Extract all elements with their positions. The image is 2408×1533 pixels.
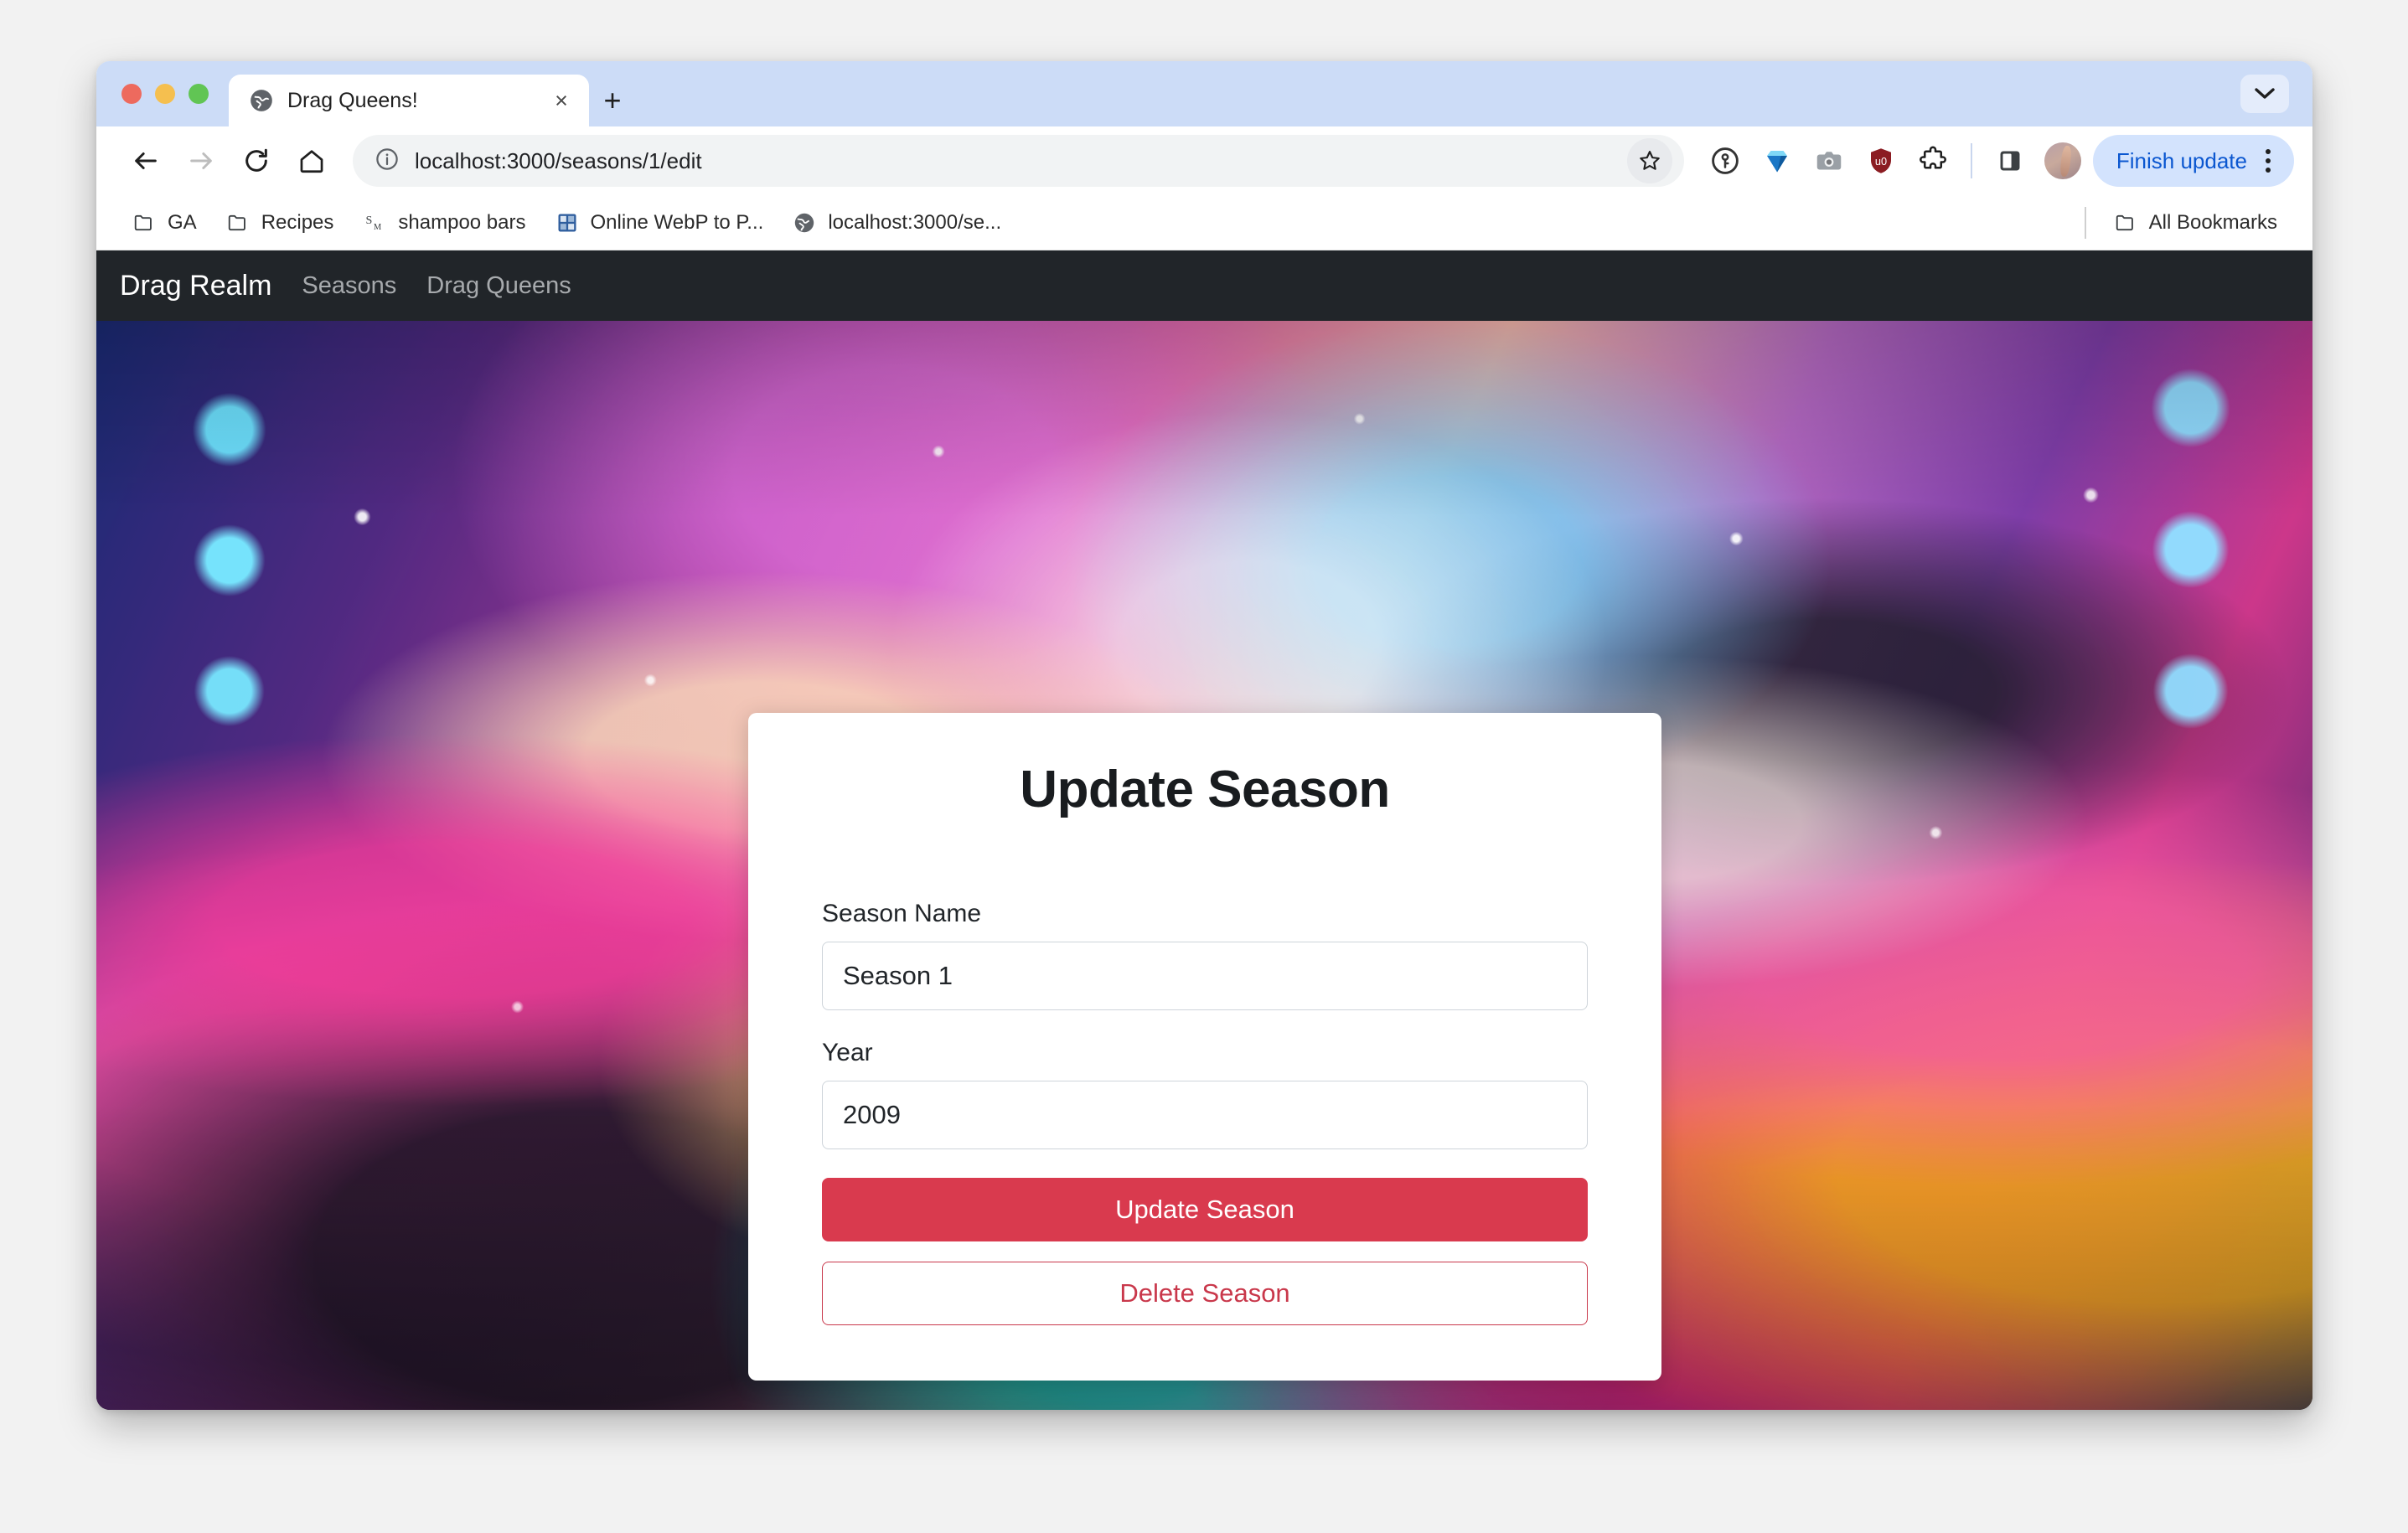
close-window-button[interactable] [121,84,142,104]
1password-icon[interactable] [1701,137,1749,185]
camera-icon[interactable] [1805,137,1853,185]
app-icon [555,210,580,235]
nav-link-seasons[interactable]: Seasons [302,272,396,300]
year-label: Year [822,1039,873,1066]
delete-season-button[interactable]: Delete Season [822,1262,1588,1325]
gem-icon[interactable] [1753,137,1801,185]
three-dot-menu-icon[interactable] [2256,142,2281,180]
home-icon[interactable] [286,135,338,187]
page-viewport: Drag Realm Seasons Drag Queens Update Se… [96,250,2312,1410]
bookmarks-bar: GA Recipes SM shampoo bars Online WebP t… [96,195,2312,250]
all-bookmarks-label: All Bookmarks [2148,210,2277,234]
minimize-window-button[interactable] [155,84,175,104]
folder-icon [132,210,157,235]
back-arrow-icon[interactable] [120,135,172,187]
chevron-down-icon[interactable] [2240,75,2289,113]
bookmark-label: Recipes [261,210,334,234]
bookmarks-divider [2084,206,2086,239]
update-season-button[interactable]: Update Season [822,1178,1588,1241]
bookmark-ga[interactable]: GA [120,205,209,240]
globe-icon [792,210,817,235]
nav-link-drag-queens[interactable]: Drag Queens [426,272,571,300]
puzzle-piece-icon[interactable] [1909,137,1957,185]
bookmark-shampoo-bars[interactable]: SM shampoo bars [350,205,537,240]
bookmark-label: shampoo bars [398,210,526,234]
bookmark-recipes[interactable]: Recipes [214,205,346,240]
finish-update-label: Finish update [2116,147,2247,173]
browser-toolbar: localhost:3000/seasons/1/edit u0 Finish … [96,126,2312,195]
close-tab-button[interactable]: × [549,88,574,113]
brand-logo[interactable]: Drag Realm [120,270,271,302]
toolbar-divider [1970,143,1972,178]
page-icon: SM [362,210,387,235]
window-controls [96,61,209,126]
browser-tab[interactable]: Drag Queens! × [229,75,589,126]
svg-text:S: S [366,214,373,227]
new-tab-button[interactable]: + [589,75,636,126]
folder-icon [225,210,251,235]
year-input[interactable] [822,1081,1588,1149]
reload-icon[interactable] [230,135,282,187]
bookmark-localhost[interactable]: localhost:3000/se... [780,205,1013,240]
ublock-origin-icon[interactable]: u0 [1857,137,1905,185]
finish-update-button[interactable]: Finish update [2092,135,2294,187]
season-name-field-group: Season Name [822,900,1588,1010]
bookmark-label: GA [168,210,197,234]
svg-text:M: M [374,223,382,232]
page-title: Update Season [1020,761,1390,818]
tab-strip: Drag Queens! × + [96,61,2312,126]
url-text: localhost:3000/seasons/1/edit [415,147,702,173]
info-circle-icon[interactable] [375,147,400,176]
browser-window: Drag Queens! × + localhost:3000/seasons/… [96,61,2312,1410]
update-season-card: Update Season Season Name Year Update Se… [748,713,1661,1381]
season-name-label: Season Name [822,900,982,927]
globe-icon [249,88,274,113]
bookmark-online-webp[interactable]: Online WebP to P... [543,205,776,240]
browser-tab-title: Drag Queens! [287,88,418,112]
profile-avatar[interactable] [2044,142,2081,179]
bookmark-label: Online WebP to P... [590,210,764,234]
folder-icon [2113,210,2138,235]
all-bookmarks-button[interactable]: All Bookmarks [2101,205,2289,240]
season-name-input[interactable] [822,942,1588,1010]
bookmark-label: localhost:3000/se... [828,210,1002,234]
maximize-window-button[interactable] [189,84,209,104]
year-field-group: Year [822,1039,1588,1149]
address-bar[interactable]: localhost:3000/seasons/1/edit [353,135,1684,187]
forward-arrow-icon[interactable] [175,135,227,187]
star-icon[interactable] [1626,138,1672,183]
svg-text:u0: u0 [1875,155,1887,168]
side-panel-icon[interactable] [1986,137,2034,185]
app-navbar: Drag Realm Seasons Drag Queens [96,250,2312,321]
